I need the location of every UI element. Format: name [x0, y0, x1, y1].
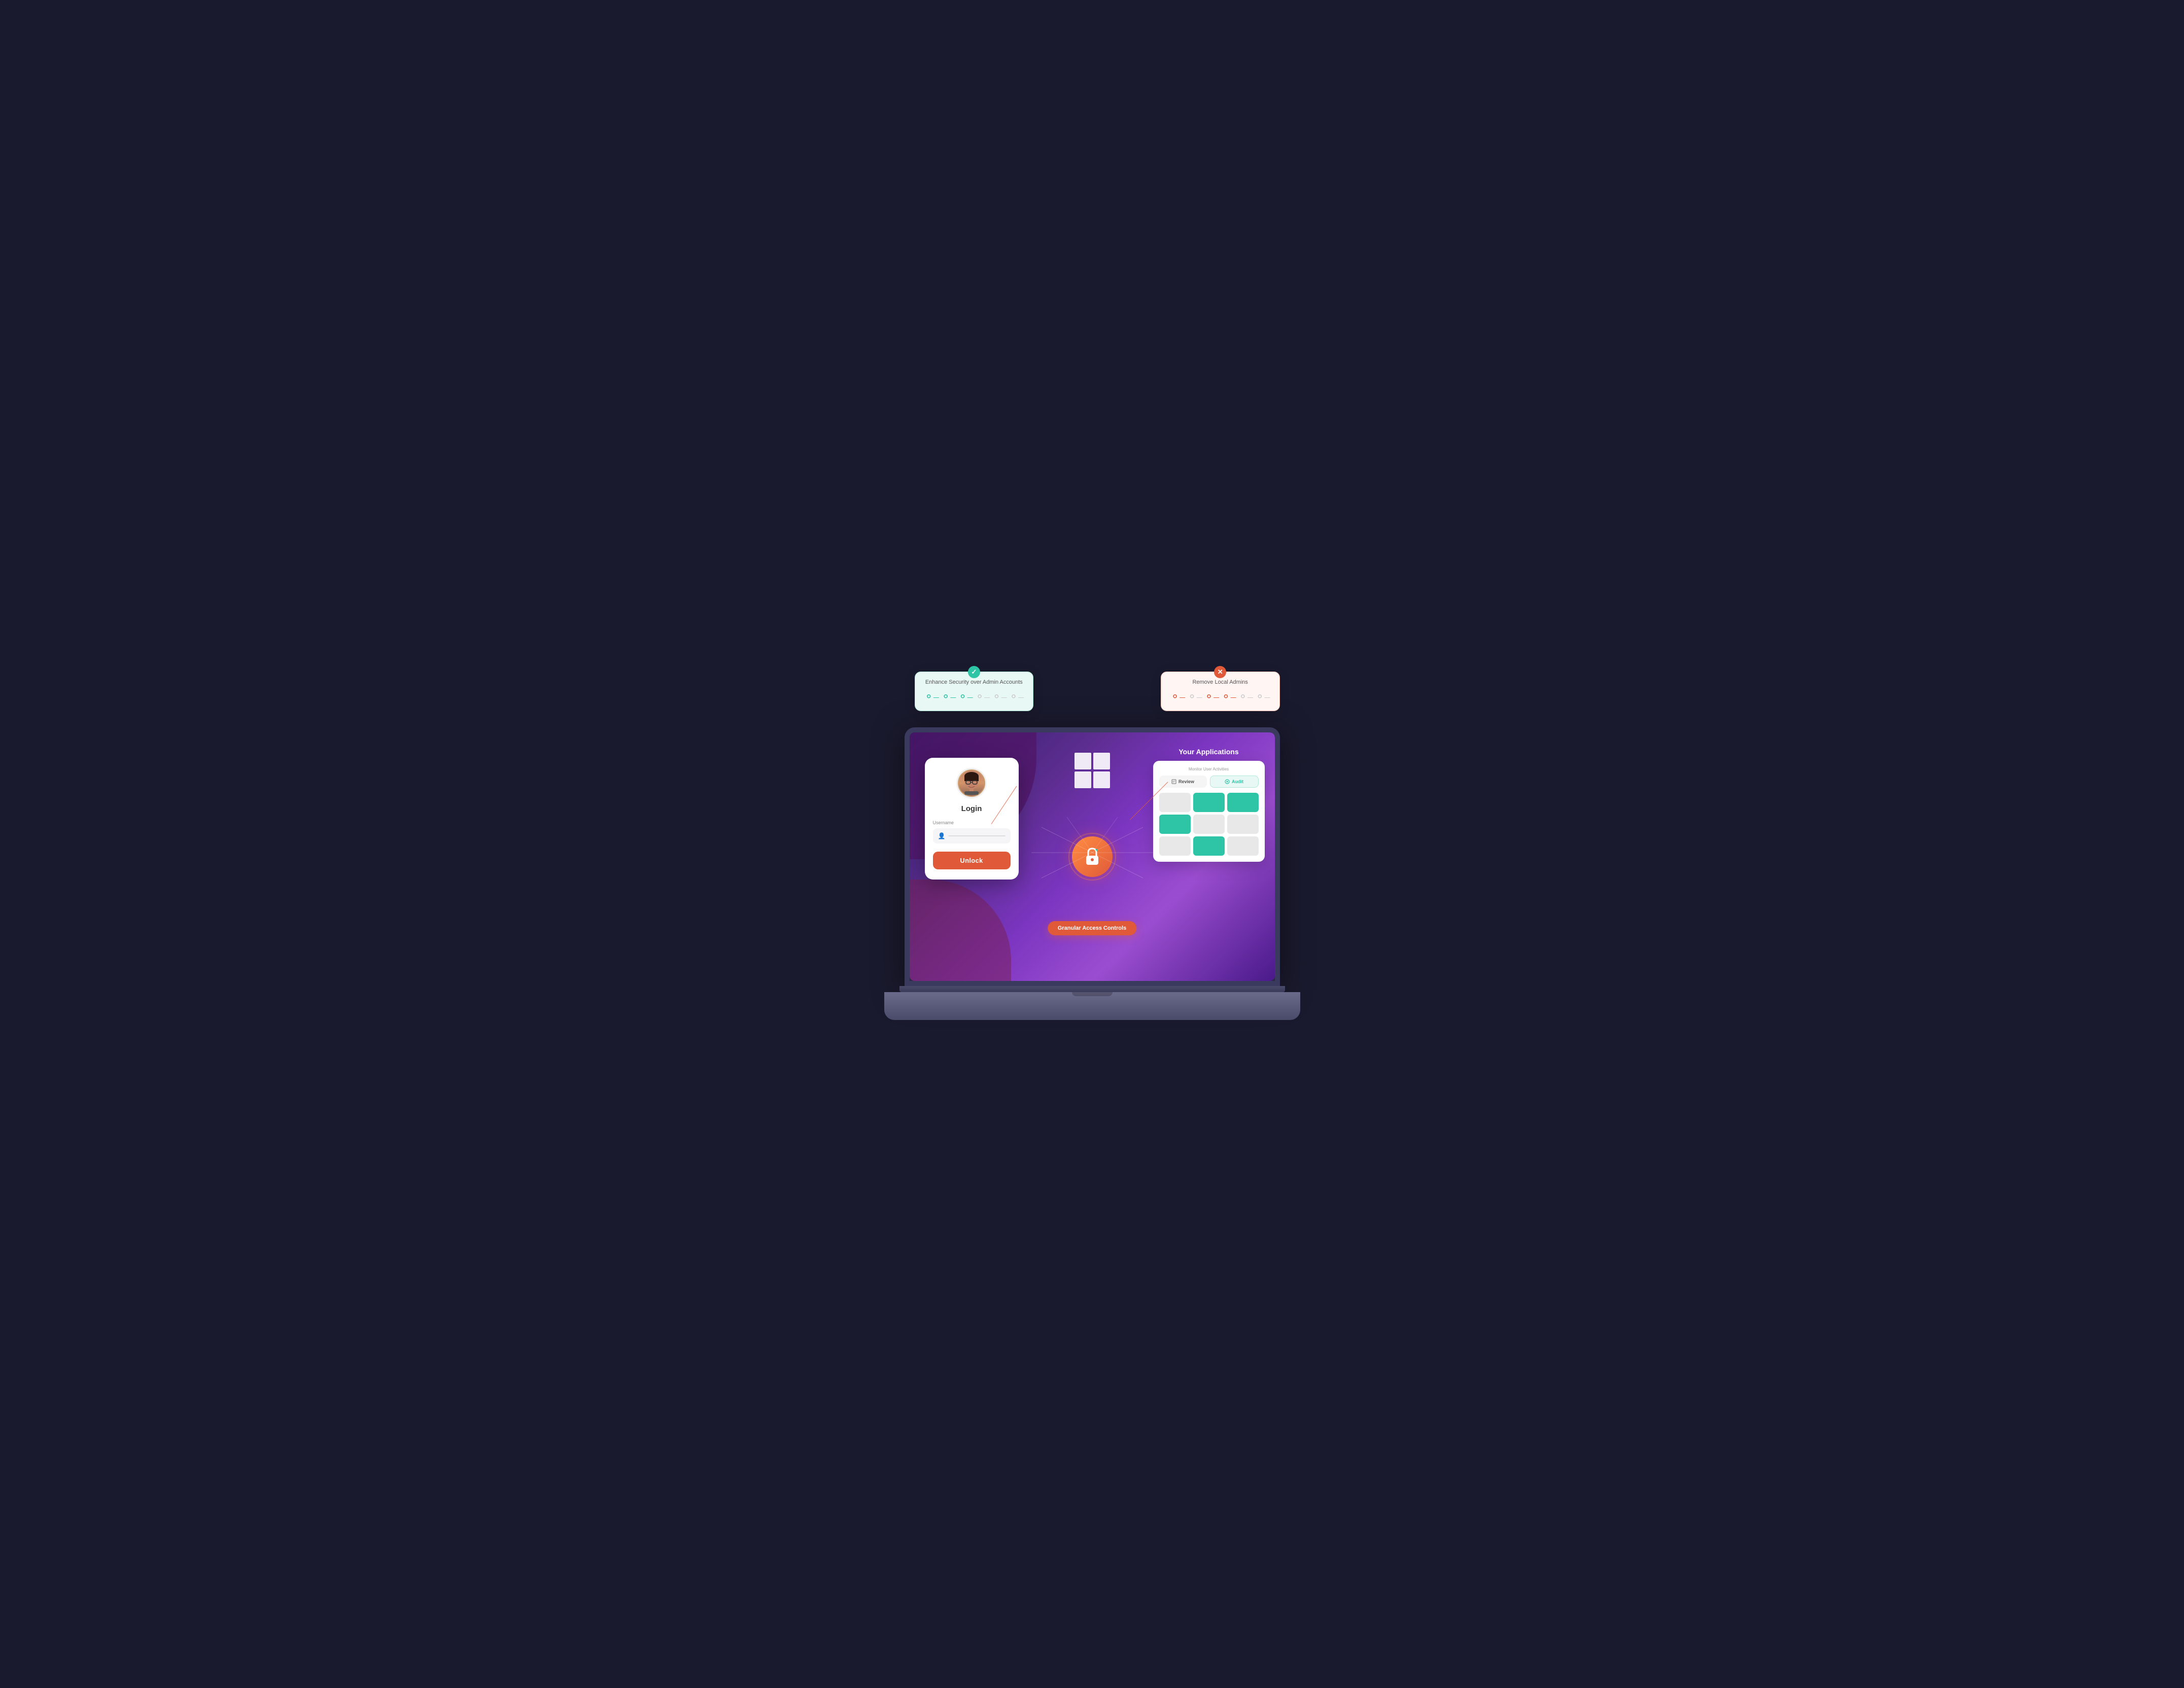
username-input-line: [948, 835, 1005, 836]
tab-review-button[interactable]: Review: [1159, 776, 1207, 788]
callout-right-title: Remove Local Admins: [1170, 679, 1270, 685]
apps-tabs: Review Audit: [1159, 776, 1259, 788]
win-pane-2: [1093, 753, 1110, 769]
main-scene: ✓ Enhance Security over Admin Accounts ⚬…: [864, 666, 1321, 1022]
laptop-hinge: [899, 986, 1285, 992]
laptop-body: [884, 992, 1300, 1020]
granular-access-badge[interactable]: Granular Access Controls: [1048, 921, 1136, 935]
callout-left-title: Enhance Security over Admin Accounts: [924, 679, 1024, 685]
person-icon-2: ⚬⎯: [941, 690, 956, 704]
username-label: Username: [933, 820, 954, 825]
laptop-screen: Login Username 👤 Unlock: [910, 732, 1275, 981]
apps-grid: [1159, 793, 1259, 856]
lock-icon-center: [1072, 836, 1113, 877]
login-title: Login: [961, 804, 982, 813]
username-field[interactable]: 👤: [933, 828, 1011, 843]
people-row-left: ⚬⎯ ⚬⎯ ⚬⎯ ⚬⎯ ⚬⎯ ⚬⎯: [924, 690, 1024, 704]
apps-card: Monitor User Activities Review Audit: [1153, 761, 1265, 862]
x-badge: ✕: [1214, 666, 1226, 678]
person-icon-r5: ⚬⎯: [1238, 690, 1253, 704]
callout-enhance-security: ✓ Enhance Security over Admin Accounts ⚬…: [915, 672, 1034, 711]
login-card: Login Username 👤 Unlock: [925, 758, 1019, 880]
app-cell-2: [1193, 793, 1225, 812]
win-pane-1: [1074, 753, 1091, 769]
bg-blob-2: [910, 880, 1011, 981]
app-cell-6: [1227, 815, 1259, 834]
app-cell-4: [1159, 815, 1191, 834]
win-pane-4: [1093, 771, 1110, 788]
check-badge: ✓: [968, 666, 980, 678]
lock-circle: [1072, 836, 1113, 877]
person-icon-5: ⚬⎯: [992, 690, 1007, 704]
person-icon-1: ⚬⎯: [924, 690, 939, 704]
user-icon: 👤: [938, 832, 946, 839]
laptop-frame: Login Username 👤 Unlock: [884, 727, 1300, 1022]
person-icon-r6: ⚬⎯: [1255, 690, 1270, 704]
tab-audit-button[interactable]: Audit: [1210, 776, 1259, 788]
monitor-label: Monitor User Activities: [1159, 767, 1259, 771]
avatar-face: [959, 770, 984, 796]
app-cell-5: [1193, 815, 1225, 834]
app-cell-3: [1227, 793, 1259, 812]
person-icon-r2: ⚬⎯: [1187, 690, 1202, 704]
laptop-notch: [1072, 992, 1113, 996]
unlock-button[interactable]: Unlock: [933, 852, 1011, 869]
app-cell-9: [1227, 836, 1259, 856]
laptop-screen-frame: Login Username 👤 Unlock: [905, 727, 1280, 986]
person-icon-r1: ⚬⎯: [1170, 690, 1185, 704]
app-cell-7: [1159, 836, 1191, 856]
person-icon-r3: ⚬⎯: [1204, 690, 1219, 704]
person-icon-3: ⚬⎯: [958, 690, 973, 704]
person-icon-4: ⚬⎯: [975, 690, 990, 704]
app-cell-8: [1193, 836, 1225, 856]
callout-remove-admins: ✕ Remove Local Admins ⚬⎯ ⚬⎯ ⚬⎯ ⚬⎯ ⚬⎯ ⚬⎯: [1161, 672, 1280, 711]
apps-panel: Your Applications Monitor User Activitie…: [1153, 748, 1265, 862]
person-icon-6: ⚬⎯: [1009, 690, 1024, 704]
win-pane-3: [1074, 771, 1091, 788]
apps-title: Your Applications: [1153, 748, 1265, 756]
avatar: [956, 768, 987, 798]
app-cell-1: [1159, 793, 1191, 812]
people-row-right: ⚬⎯ ⚬⎯ ⚬⎯ ⚬⎯ ⚬⎯ ⚬⎯: [1170, 690, 1270, 704]
laptop-base: [884, 986, 1300, 1022]
windows-logo: [1074, 753, 1110, 788]
person-icon-r4: ⚬⎯: [1221, 690, 1236, 704]
